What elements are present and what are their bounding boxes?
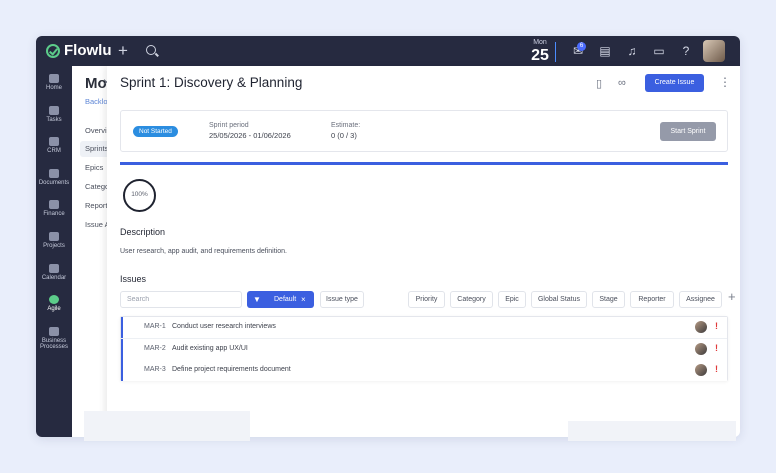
sidebar-item-label: Tasks xyxy=(46,117,62,123)
sidebar-item-home[interactable]: Home xyxy=(36,74,72,91)
estimate-value: 0 (0 / 3) xyxy=(331,131,357,140)
issue-key: MAR-1 xyxy=(144,323,166,330)
app-logo[interactable]: Flowlu xyxy=(46,42,112,59)
priority-icon: ! xyxy=(715,364,718,374)
default-filter-chip[interactable]: ▼ Default × xyxy=(247,291,314,308)
sprint-period-value: 25/05/2026 - 01/06/2026 xyxy=(209,131,291,140)
documents-icon xyxy=(49,169,59,178)
today-date[interactable]: Mon 25 xyxy=(528,39,552,64)
description-heading: Description xyxy=(120,227,166,237)
notes-icon[interactable]: ▤ xyxy=(598,44,612,58)
page-title: Sprint 1: Discovery & Planning xyxy=(120,75,303,90)
sidebar-item-label: Finance xyxy=(43,211,65,217)
sidebar-item-agile[interactable]: Agile xyxy=(36,295,72,312)
sidebar-item-label: Calendar xyxy=(41,275,67,281)
tasks-icon xyxy=(49,106,59,115)
issue-search-input[interactable] xyxy=(120,291,242,308)
sidebar-item-finance[interactable]: Finance xyxy=(36,200,72,217)
date-weekday: Mon xyxy=(533,39,547,46)
background-panel xyxy=(84,411,250,441)
chat-icon[interactable]: ▭ xyxy=(652,44,666,58)
sidebar-item-crm[interactable]: CRM xyxy=(36,137,72,154)
link-icon[interactable]: ∞ xyxy=(618,77,626,89)
sidebar-item-label: CRM xyxy=(47,148,61,154)
sidebar-item-label: Home xyxy=(45,85,62,91)
sprint-info-card: Not Started Sprint period 25/05/2026 - 0… xyxy=(120,110,728,152)
date-day: 25 xyxy=(531,47,549,64)
priority-icon: ! xyxy=(715,321,718,331)
filter-epic[interactable]: Epic xyxy=(498,291,526,308)
sidebar-item-label: Agile xyxy=(47,306,61,312)
default-filter-label: Default xyxy=(274,296,297,303)
filter-category[interactable]: Category xyxy=(450,291,493,308)
plus-icon[interactable]: + xyxy=(118,41,128,61)
crm-icon xyxy=(49,137,59,146)
issue-title: Define project requirements document xyxy=(172,366,291,373)
app-name: Flowlu xyxy=(64,42,112,59)
more-options-icon[interactable]: ⋮ xyxy=(719,75,731,89)
description-text: User research, app audit, and requiremen… xyxy=(120,248,287,255)
bell-icon[interactable]: ♫ xyxy=(625,44,639,58)
sidebar-item-label: Projects xyxy=(43,243,65,249)
breadcrumb[interactable]: Backlo xyxy=(85,97,108,106)
sprint-period-label: Sprint period xyxy=(209,122,249,129)
agile-icon xyxy=(49,295,59,304)
sprint-progress-bar xyxy=(120,162,728,165)
sidebar-item-projects[interactable]: Projects xyxy=(36,232,72,249)
issue-list: MAR-1 Conduct user research interviews !… xyxy=(120,316,728,381)
issue-title: Audit existing app UX/UI xyxy=(172,345,248,352)
sidebar-item-tasks[interactable]: Tasks xyxy=(36,106,72,123)
filter-global-status[interactable]: Global Status xyxy=(531,291,587,308)
table-row[interactable]: MAR-2 Audit existing app UX/UI ! xyxy=(121,339,727,360)
filter-priority[interactable]: Priority xyxy=(408,291,445,308)
sidebar-item-business-processes[interactable]: Business Processes xyxy=(36,327,72,350)
table-row[interactable]: MAR-3 Define project requirements docume… xyxy=(121,360,727,381)
issue-title: Conduct user research interviews xyxy=(172,323,276,330)
sidebar-item-documents[interactable]: Documents xyxy=(36,169,72,186)
help-icon[interactable]: ? xyxy=(679,44,693,58)
assignee-avatar[interactable] xyxy=(695,364,707,376)
filter-assignee[interactable]: Assignee xyxy=(679,291,722,308)
main-sidebar: Home Tasks CRM Documents Finance Project… xyxy=(36,66,72,437)
assignee-avatar[interactable] xyxy=(695,343,707,355)
issue-key: MAR-2 xyxy=(144,345,166,352)
finance-icon xyxy=(49,200,59,209)
progress-circle: 100% xyxy=(123,179,156,212)
sidebar-item-calendar[interactable]: Calendar xyxy=(36,264,72,281)
notification-badge: 6 xyxy=(577,42,586,51)
add-filter-icon[interactable]: + xyxy=(728,289,736,304)
priority-icon: ! xyxy=(715,343,718,353)
date-separator xyxy=(555,42,556,62)
create-issue-button[interactable]: Create Issue xyxy=(645,74,704,92)
status-badge: Not Started xyxy=(133,126,178,137)
filter-icon: ▼ xyxy=(253,295,261,304)
clear-filter-icon[interactable]: × xyxy=(301,291,306,308)
estimate-label: Estimate: xyxy=(331,122,361,129)
business-processes-icon xyxy=(49,327,59,336)
table-row[interactable]: MAR-1 Conduct user research interviews ! xyxy=(121,317,727,338)
assignee-avatar[interactable] xyxy=(695,321,707,333)
background-panel xyxy=(568,421,736,441)
sprint-panel: Sprint 1: Discovery & Planning ▯ ∞ Creat… xyxy=(107,66,740,437)
book-icon[interactable]: ▯ xyxy=(596,77,602,90)
top-bar: Flowlu + Mon 25 ✉ 6 ▤ ♫ ▭ ? xyxy=(36,36,740,66)
issues-heading: Issues xyxy=(120,274,147,284)
flowlu-logo-icon xyxy=(46,43,60,58)
user-avatar[interactable] xyxy=(703,40,725,62)
filter-stage[interactable]: Stage xyxy=(592,291,625,308)
start-sprint-button[interactable]: Start Sprint xyxy=(660,122,716,141)
search-icon[interactable] xyxy=(146,45,156,55)
filter-reporter[interactable]: Reporter xyxy=(630,291,674,308)
sidebar-item-label: Documents xyxy=(38,180,70,186)
filter-issue-type[interactable]: Issue type xyxy=(320,291,364,308)
issue-key: MAR-3 xyxy=(144,366,166,373)
app-window: Flowlu + Mon 25 ✉ 6 ▤ ♫ ▭ ? Home Tasks C… xyxy=(36,36,740,437)
calendar-icon xyxy=(49,264,59,273)
home-icon xyxy=(49,74,59,83)
projects-icon xyxy=(49,232,59,241)
sidebar-item-label: Business Processes xyxy=(39,338,68,350)
